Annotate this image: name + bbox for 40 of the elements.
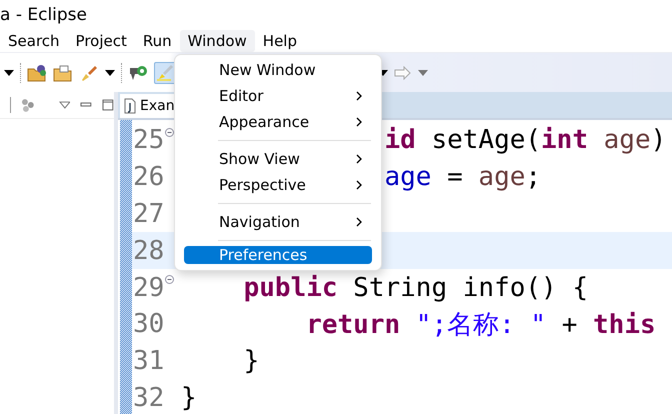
- collapse-icon[interactable]: [165, 275, 174, 284]
- brush-icon[interactable]: [79, 64, 99, 82]
- line-number: 32: [132, 382, 165, 413]
- menu-item[interactable]: Appearance: [184, 109, 372, 135]
- minimize-icon[interactable]: [80, 101, 92, 109]
- cluster-icon[interactable]: [20, 98, 35, 112]
- menu-item[interactable]: Help: [254, 30, 305, 52]
- line-number: 25: [132, 125, 165, 156]
- menu-item[interactable]: Run: [134, 30, 180, 52]
- menu-item[interactable]: Preferences: [184, 246, 372, 264]
- menu-item[interactable]: New Window: [184, 57, 372, 83]
- line-number: 27: [132, 198, 165, 229]
- collapse-icon[interactable]: [165, 128, 174, 137]
- menu-item[interactable]: Editor: [184, 83, 372, 109]
- code-line: return ";名称: " + this: [306, 308, 656, 342]
- line-number: 29: [132, 272, 165, 303]
- window-title: a - Eclipse: [0, 4, 88, 27]
- java-file-icon[interactable]: [124, 98, 136, 114]
- folder-icon[interactable]: [27, 64, 47, 82]
- view-menu-icon[interactable]: [58, 101, 70, 109]
- code-line: }: [244, 346, 260, 376]
- menu-item[interactable]: Navigation: [184, 209, 372, 235]
- line-number: 26: [132, 162, 165, 192]
- menu-item[interactable]: Project: [68, 30, 135, 52]
- menu-item[interactable]: Window: [180, 30, 255, 52]
- line-number: 31: [132, 346, 165, 376]
- menu-item[interactable]: Perspective: [184, 172, 372, 198]
- dropdown-caret-icon[interactable]: [105, 70, 115, 76]
- dropdown-caret-icon[interactable]: [4, 70, 14, 76]
- editor-tab[interactable]: Exan: [120, 94, 175, 118]
- menu-item[interactable]: Show View: [184, 146, 372, 172]
- code-line: }: [181, 382, 197, 413]
- code-line: public String info() {: [244, 272, 588, 303]
- maximize-icon[interactable]: [102, 99, 114, 111]
- code-line: id setAge(int age): [384, 125, 666, 156]
- line-number: 30: [132, 309, 165, 340]
- line-number: 28: [132, 236, 165, 266]
- code-line: age = age;: [384, 162, 542, 192]
- folder-icon[interactable]: [53, 64, 73, 82]
- menu-item[interactable]: Search: [0, 30, 68, 52]
